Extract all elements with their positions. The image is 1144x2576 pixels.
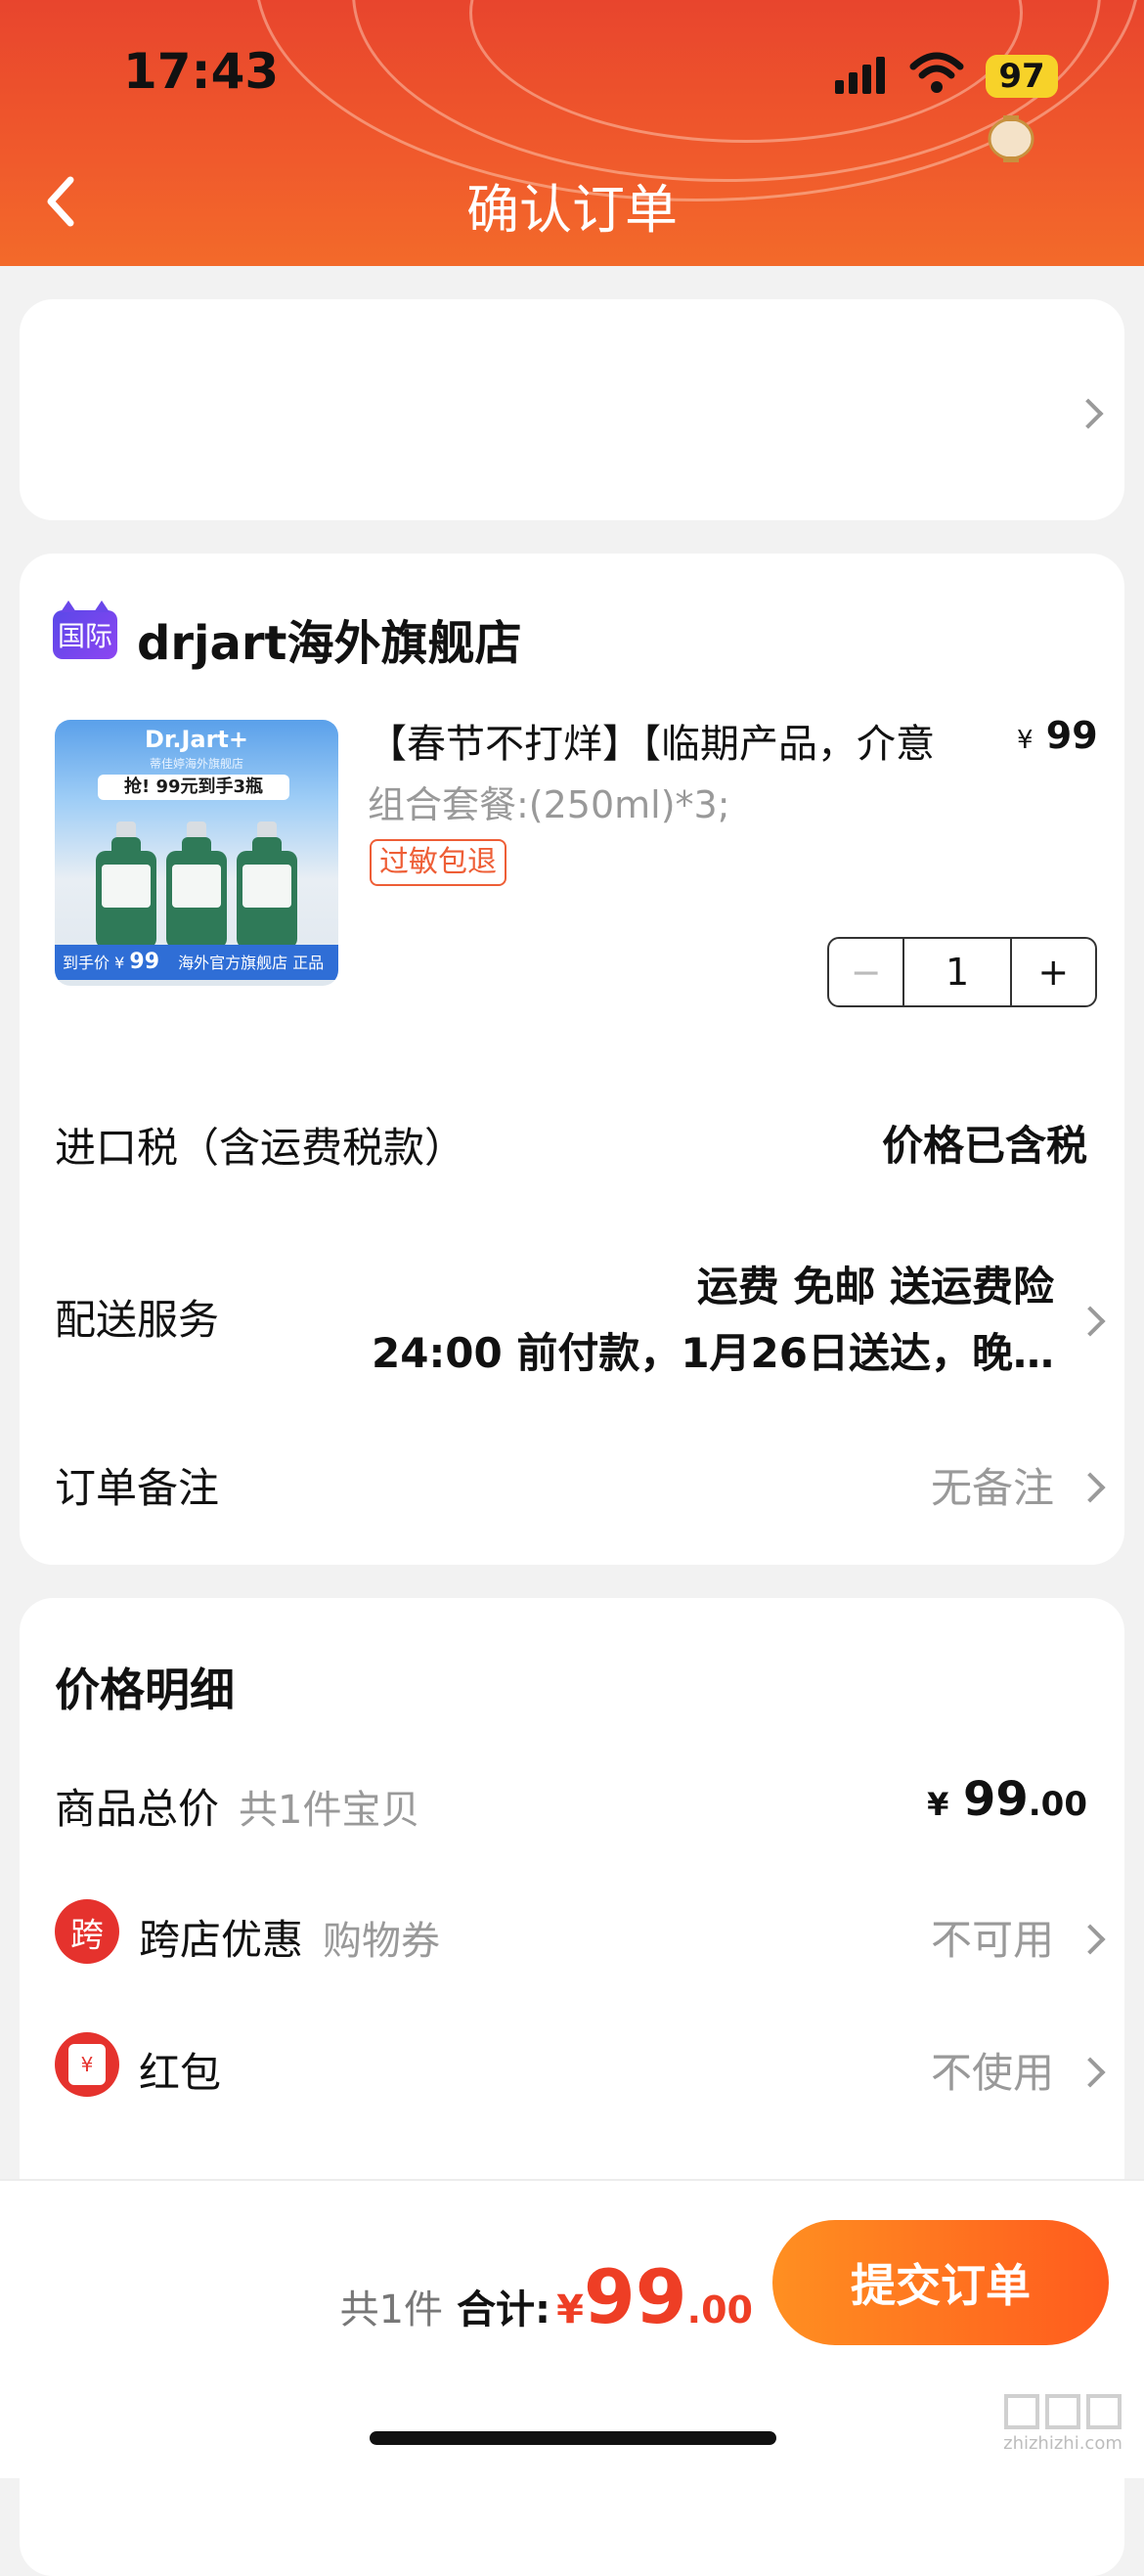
- import-tax-label: 进口税（含运费税款）: [55, 1124, 466, 1172]
- signal-icon: [835, 57, 888, 94]
- price-value: 99: [1045, 714, 1098, 757]
- delivery-eta[interactable]: 24:00 前付款，1月26日送达，晚…: [372, 1320, 1054, 1380]
- total-summary: 共1件 合计: ¥ 99 .00: [340, 2253, 753, 2340]
- import-tax-value: 价格已含税: [881, 1122, 1087, 1170]
- increment-button[interactable]: +: [1012, 939, 1095, 1005]
- goods-total-symbol: ¥: [927, 1786, 949, 1823]
- watermark: zhizhizhi.com: [990, 2394, 1136, 2454]
- thumb-price-label: 到手价: [63, 954, 110, 972]
- status-time: 17:43: [123, 43, 280, 100]
- wifi-icon: [909, 52, 964, 93]
- price-symbol: ¥: [1017, 726, 1034, 755]
- cross-store-row[interactable]: 跨店优惠 购物券: [139, 1907, 440, 1967]
- watermark-text: zhizhizhi.com: [1003, 2433, 1122, 2454]
- watermark-logo: [990, 2394, 1136, 2429]
- order-note-value[interactable]: 无备注: [931, 1455, 1054, 1515]
- total-symbol: ¥: [556, 2287, 584, 2332]
- product-title[interactable]: 【春节不打烊】【临期产品，介意: [368, 712, 935, 769]
- chevron-right-icon: [1075, 1306, 1106, 1337]
- chevron-right-icon: [1075, 1924, 1106, 1955]
- thumb-price-symbol: ¥: [114, 954, 125, 972]
- store-name[interactable]: drjart海外旗舰店: [137, 604, 522, 673]
- submit-order-button[interactable]: 提交订单: [772, 2220, 1109, 2345]
- thumb-subbrand: 蒂佳婷海外旗舰店: [149, 757, 243, 771]
- thumb-brand: Dr.Jart+: [145, 726, 248, 753]
- header-bar: 17:43 97 确认订单: [0, 0, 1144, 266]
- store-badge: 国际: [53, 600, 117, 659]
- total-label: 合计:: [457, 2287, 551, 2332]
- home-indicator[interactable]: [370, 2431, 776, 2445]
- red-packet-glyph: ¥: [68, 2044, 106, 2085]
- thumb-promo: 抢! 99元到手3瓶: [98, 775, 289, 800]
- goods-total-value: ¥ 99.00: [927, 1772, 1087, 1827]
- quantity-stepper: − 1 +: [827, 937, 1097, 1007]
- product-thumbnail[interactable]: Dr.Jart+ 蒂佳婷海外旗舰店 抢! 99元到手3瓶 到手价 ¥ 99 海外…: [55, 720, 338, 986]
- price-detail-title: 价格明细: [55, 1664, 235, 1716]
- allergy-return-badge: 过敏包退: [370, 839, 506, 886]
- cross-store-value[interactable]: 不可用: [931, 1907, 1054, 1967]
- bottle-image: [96, 822, 156, 949]
- thumb-price-value: 99: [129, 950, 160, 974]
- delivery-fee[interactable]: 运费 免邮 送运费险: [697, 1254, 1054, 1313]
- red-packet-label[interactable]: 红包: [139, 2040, 221, 2100]
- page-title: 确认订单: [466, 179, 678, 241]
- goods-total-dec: .00: [1028, 1785, 1087, 1824]
- goods-count: 共1件宝贝: [239, 1788, 420, 1833]
- battery-icon: 97: [986, 55, 1058, 98]
- goods-total-label: 商品总价: [55, 1785, 220, 1833]
- delivery-label[interactable]: 配送服务: [55, 1287, 219, 1347]
- bottle-image: [237, 822, 297, 949]
- decrement-button[interactable]: −: [829, 939, 905, 1005]
- chevron-right-icon: [1073, 398, 1104, 429]
- cross-store-sub: 购物券: [323, 1919, 441, 1964]
- bottle-image: [166, 822, 227, 949]
- cross-store-icon: 跨: [55, 1899, 119, 1964]
- thumb-price-bar: 到手价 ¥ 99 海外官方旗舰店 正品保障: [55, 945, 338, 980]
- total-count: 共1件: [339, 2287, 444, 2332]
- product-price: ¥ 99: [1017, 714, 1124, 757]
- cross-store-label: 跨店优惠: [139, 1916, 304, 1964]
- red-packet-value[interactable]: 不使用: [931, 2040, 1054, 2100]
- lantern-icon[interactable]: [986, 110, 1036, 164]
- total-dec: .00: [686, 2288, 753, 2332]
- total-int: 99: [583, 2253, 687, 2340]
- red-packet-icon: ¥: [55, 2032, 119, 2097]
- chevron-right-icon: [1075, 1472, 1106, 1503]
- chevron-right-icon: [1075, 2057, 1106, 2088]
- goods-total-row: 商品总价 共1件宝贝: [55, 1776, 419, 1836]
- quantity-value[interactable]: 1: [904, 939, 1012, 1005]
- goods-total-int: 99: [962, 1772, 1029, 1827]
- address-card[interactable]: [20, 299, 1124, 520]
- store-card: 国际 drjart海外旗舰店 Dr.Jart+ 蒂佳婷海外旗舰店 抢! 99元到…: [20, 554, 1124, 1565]
- product-spec[interactable]: 组合套餐:(250ml)*3;: [368, 775, 730, 828]
- order-note-label[interactable]: 订单备注: [55, 1455, 219, 1515]
